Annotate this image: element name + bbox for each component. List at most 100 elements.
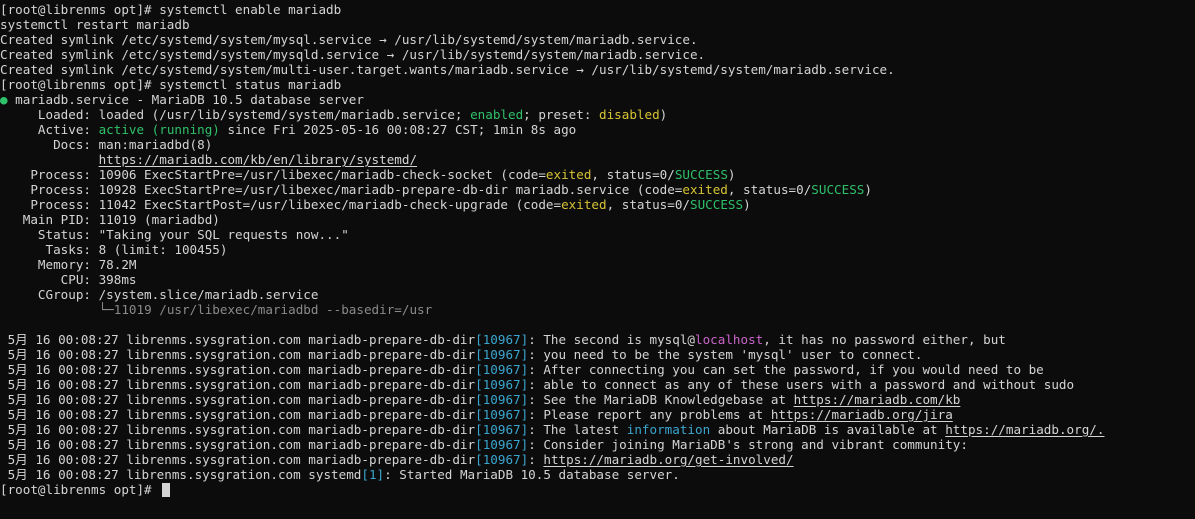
terminal-text: : <box>528 452 544 467</box>
terminal-text: Created symlink /etc/systemd/system/mult… <box>0 62 895 77</box>
terminal-text: 5月 16 00:08:27 librenms.sysgration.com m… <box>0 452 476 467</box>
terminal-text: mariadb.service - MariaDB 10.5 database … <box>7 92 364 107</box>
colored-text: [10967] <box>475 377 529 392</box>
terminal-text: Created symlink /etc/systemd/system/mysq… <box>0 47 706 62</box>
terminal-text: 5月 16 00:08:27 librenms.sysgration.com m… <box>0 392 476 407</box>
terminal-line: 5月 16 00:08:27 librenms.sysgration.com m… <box>0 347 1104 362</box>
terminal-text: : you need to be the system 'mysql' user… <box>528 347 923 362</box>
terminal-line: Status: "Taking your SQL requests now...… <box>0 227 1104 242</box>
colored-text: localhost <box>695 332 764 347</box>
terminal-text: 5月 16 00:08:27 librenms.sysgration.com m… <box>0 332 476 347</box>
terminal-text: Memory: 78.2M <box>0 257 137 272</box>
terminal-line: [root@librenms opt]# systemctl enable ma… <box>0 2 1104 17</box>
terminal-line: Created symlink /etc/systemd/system/mysq… <box>0 32 1104 47</box>
terminal-text: [root@librenms opt]# systemctl status ma… <box>0 77 342 92</box>
terminal-line: Process: 11042 ExecStartPost=/usr/libexe… <box>0 197 1104 212</box>
terminal-text: Created symlink /etc/systemd/system/mysq… <box>0 32 698 47</box>
terminal-line: systemctl restart mariadb <box>0 17 1104 32</box>
terminal-line: 5月 16 00:08:27 librenms.sysgration.com m… <box>0 362 1104 377</box>
terminal-text: 5月 16 00:08:27 librenms.sysgration.com m… <box>0 362 476 377</box>
terminal-line: Process: 10928 ExecStartPre=/usr/libexec… <box>0 182 1104 197</box>
terminal-text: CPU: 398ms <box>0 272 137 287</box>
terminal-text: : The second is mysql@ <box>528 332 695 347</box>
terminal-text: since Fri 2025-05-16 00:08:27 CST; 1min … <box>219 122 577 137</box>
colored-text: [10967] <box>475 437 529 452</box>
terminal-window[interactable]: [root@librenms opt]# systemctl enable ma… <box>0 0 1195 519</box>
url-link[interactable]: https://mariadb.org/. <box>945 422 1104 437</box>
terminal-line: Memory: 78.2M <box>0 257 1104 272</box>
terminal-line: Docs: man:mariadbd(8) <box>0 137 1104 152</box>
terminal-text: : See the MariaDB Knowledgebase at <box>528 392 794 407</box>
terminal-text: 5月 16 00:08:27 librenms.sysgration.com m… <box>0 407 476 422</box>
terminal-text: Process: 10928 ExecStartPre=/usr/libexec… <box>0 182 683 197</box>
terminal-line: https://mariadb.com/kb/en/library/system… <box>0 152 1104 167</box>
terminal-line: CGroup: /system.slice/mariadb.service <box>0 287 1104 302</box>
colored-text: [1] <box>361 467 385 482</box>
url-link[interactable]: https://mariadb.com/kb <box>794 392 961 407</box>
terminal-line: ● mariadb.service - MariaDB 10.5 databas… <box>0 92 1104 107</box>
terminal-text: Loaded: loaded (/usr/lib/systemd/system/… <box>0 107 471 122</box>
terminal-text: CGroup: /system.slice/mariadb.service <box>0 287 319 302</box>
terminal-line: 5月 16 00:08:27 librenms.sysgration.com m… <box>0 437 1104 452</box>
terminal-line: [root@librenms opt]# systemctl status ma… <box>0 77 1104 92</box>
url-link[interactable]: https://mariadb.org/get-involved/ <box>543 452 793 467</box>
colored-text: exited <box>545 167 592 182</box>
colored-text: SUCCESS <box>811 182 865 197</box>
terminal-line: Created symlink /etc/systemd/system/mult… <box>0 62 1104 77</box>
colored-text: [10967] <box>475 452 529 467</box>
terminal-text: : able to connect as any of these users … <box>528 377 1075 392</box>
terminal-text: , it has no password either, but <box>763 332 1006 347</box>
colored-text: [10967] <box>475 407 529 422</box>
terminal-text: ) <box>864 182 872 197</box>
terminal-text: Docs: man:mariadbd(8) <box>0 137 213 152</box>
url-link[interactable]: https://mariadb.com/kb/en/library/system… <box>99 152 417 167</box>
terminal-text: : After connecting you can set the passw… <box>528 362 1044 377</box>
colored-text: active (running) <box>98 122 220 137</box>
terminal-cursor <box>162 483 171 497</box>
terminal-text: ; preset: <box>523 107 599 122</box>
terminal-line: Active: active (running) since Fri 2025-… <box>0 122 1104 137</box>
terminal-line: Loaded: loaded (/usr/lib/systemd/system/… <box>0 107 1104 122</box>
colored-text: exited <box>561 197 607 212</box>
terminal-line: 5月 16 00:08:27 librenms.sysgration.com m… <box>0 332 1104 347</box>
terminal-text: systemctl restart mariadb <box>0 17 190 32</box>
terminal-text: , status=0/ <box>727 182 812 197</box>
colored-text: SUCCESS <box>689 197 744 212</box>
colored-text: [10967] <box>475 392 529 407</box>
colored-text: enabled <box>470 107 524 122</box>
terminal-text: ) <box>727 167 736 182</box>
colored-text: └─11019 /usr/libexec/mariadbd --basedir=… <box>98 302 433 317</box>
terminal-output: [root@librenms opt]# systemctl enable ma… <box>0 2 1104 497</box>
colored-text: ● <box>0 92 8 107</box>
terminal-text: 5月 16 00:08:27 librenms.sysgration.com m… <box>0 347 476 362</box>
colored-text: [10967] <box>475 362 529 377</box>
terminal-text: 5月 16 00:08:27 librenms.sysgration.com m… <box>0 377 476 392</box>
terminal-line: 5月 16 00:08:27 librenms.sysgration.com m… <box>0 452 1104 467</box>
terminal-text: , status=0/ <box>591 167 675 182</box>
colored-text: disabled <box>599 107 660 122</box>
terminal-line: Created symlink /etc/systemd/system/mysq… <box>0 47 1104 62</box>
terminal-text: Tasks: 8 (limit: 100455) <box>0 242 228 257</box>
terminal-line: 5月 16 00:08:27 librenms.sysgration.com m… <box>0 407 1104 422</box>
terminal-line: 5月 16 00:08:27 librenms.sysgration.com m… <box>0 392 1104 407</box>
terminal-line: 5月 16 00:08:27 librenms.sysgration.com m… <box>0 377 1104 392</box>
terminal-line: └─11019 /usr/libexec/mariadbd --basedir=… <box>0 302 1104 317</box>
terminal-text: , status=0/ <box>606 197 690 212</box>
terminal-text: : The latest <box>528 422 627 437</box>
terminal-text: Process: 10906 ExecStartPre=/usr/libexec… <box>0 167 546 182</box>
terminal-text: : Consider joining MariaDB's strong and … <box>528 437 968 452</box>
terminal-text: ) <box>743 197 751 212</box>
colored-text: SUCCESS <box>674 167 728 182</box>
terminal-text: ) <box>659 107 668 122</box>
terminal-text: 5月 16 00:08:27 librenms.sysgration.com m… <box>0 422 476 437</box>
terminal-text: [root@librenms opt]# systemctl enable ma… <box>0 2 342 17</box>
terminal-text: Active: <box>0 122 99 137</box>
terminal-line: 5月 16 00:08:27 librenms.sysgration.com m… <box>0 422 1105 437</box>
terminal-line: Main PID: 11019 (mariadbd) <box>0 212 1104 227</box>
url-link[interactable]: https://mariadb.org/jira <box>771 407 953 422</box>
terminal-line: CPU: 398ms <box>0 272 1104 287</box>
terminal-text: Status: "Taking your SQL requests now...… <box>0 227 349 242</box>
terminal-text: 5月 16 00:08:27 librenms.sysgration.com m… <box>0 437 476 452</box>
